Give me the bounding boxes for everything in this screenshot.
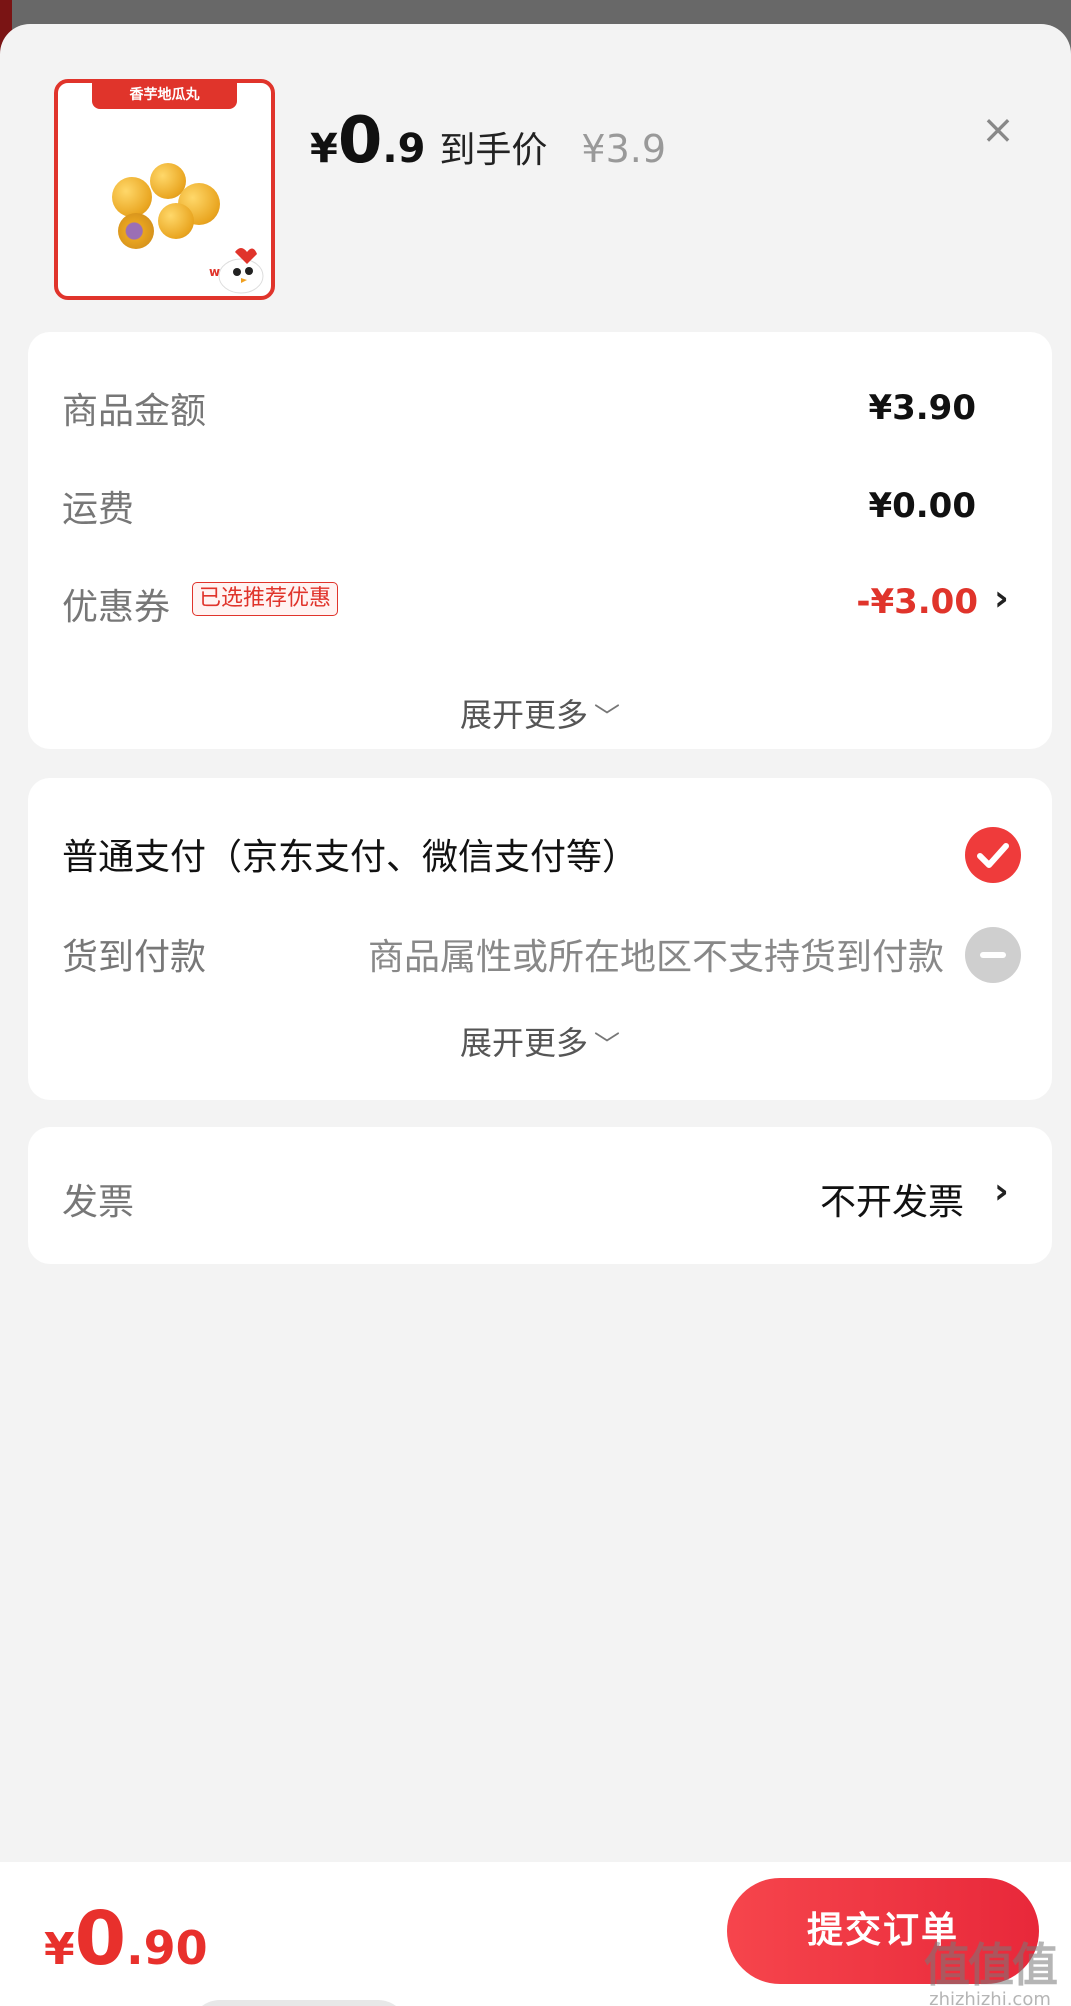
payment-method-card: 普通支付（京东支付、微信支付等） 货到付款 商品属性或所在地区不支持货到付款 展… (28, 778, 1052, 1100)
expand-more-label: 展开更多 (459, 696, 588, 734)
svg-text:w: w (209, 265, 220, 279)
chevron-right-icon: › (994, 1171, 1009, 1212)
product-image-ball-cut (118, 213, 154, 249)
disabled-icon (965, 927, 1021, 983)
watermark-logo: 值值值 (924, 1938, 1058, 1992)
watermark: 值值值 zhizhizhi.com (920, 1940, 1060, 2006)
total-price: ¥ 0 .90 (44, 1902, 208, 1976)
checkout-bar: ¥ 0 .90 提交订单 值值值 zhizhizhi.com (0, 1862, 1071, 2006)
shipping-value: ¥0.00 (868, 486, 976, 526)
cod-unavailable-note: 商品属性或所在地区不支持货到付款 (367, 937, 944, 978)
close-button[interactable]: × (978, 110, 1018, 150)
expand-more-label: 展开更多 (459, 1024, 588, 1062)
mascot-icon: w (209, 248, 264, 294)
invoice-card[interactable]: 发票 不开发票 › (28, 1127, 1052, 1264)
normal-payment-label: 普通支付（京东支付、微信支付等） (62, 837, 639, 878)
expand-more-payment-button[interactable]: 展开更多 ﹀ (28, 1018, 1052, 1064)
home-indicator (190, 2000, 408, 2006)
product-thumbnail: 香芋地瓜丸 w (54, 79, 275, 300)
final-price: ¥ 0 .9 到手价 ¥3.9 (310, 109, 667, 173)
price-decimal: .9 (382, 126, 426, 172)
total-currency: ¥ (44, 1924, 75, 1975)
invoice-label: 发票 (62, 1182, 135, 1223)
cod-label: 货到付款 (62, 937, 207, 978)
coupon-label: 优惠券 (62, 587, 171, 628)
total-integer: 0 (74, 1896, 127, 1982)
chevron-down-icon: ﹀ (594, 1031, 621, 1061)
price-integer: 0 (337, 104, 383, 178)
price-summary-card: 商品金额 ¥3.90 运费 ¥0.00 优惠券 已选推荐优惠 -¥3.00 › … (28, 332, 1052, 749)
price-currency: ¥ (310, 126, 338, 172)
chevron-right-icon: › (994, 578, 1009, 619)
original-price: ¥3.9 (581, 127, 667, 171)
product-image-ball (158, 203, 194, 239)
coupon-value: -¥3.00 (856, 582, 978, 622)
product-image-ball (112, 177, 152, 217)
invoice-value: 不开发票 (819, 1182, 964, 1223)
checked-icon[interactable] (965, 827, 1021, 883)
shipping-label: 运费 (62, 489, 135, 530)
watermark-url: zhizhizhi.com (929, 1989, 1051, 2006)
close-icon: × (981, 107, 1015, 153)
total-decimal: .90 (126, 1921, 208, 1975)
product-tag: 香芋地瓜丸 (92, 83, 237, 109)
coupon-badge: 已选推荐优惠 (192, 582, 339, 616)
order-sheet: 香芋地瓜丸 w ¥ 0 .9 到手价 ¥3.9 × 商品金额 ¥3.90 运费 … (0, 24, 1071, 2006)
goods-amount-label: 商品金额 (62, 391, 207, 432)
chevron-down-icon: ﹀ (594, 703, 621, 733)
expand-more-button[interactable]: 展开更多 ﹀ (28, 690, 1052, 736)
price-label: 到手价 (439, 130, 548, 171)
goods-amount-value: ¥3.90 (868, 388, 976, 428)
